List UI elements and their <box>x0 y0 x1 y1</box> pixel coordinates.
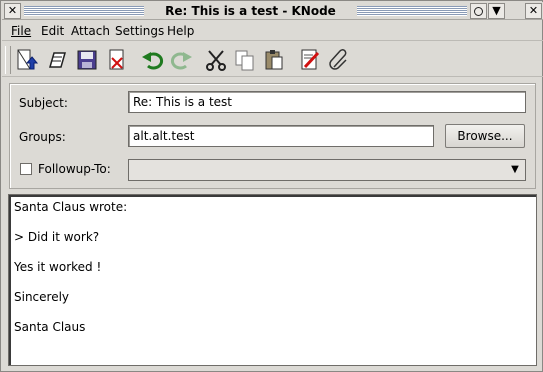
toolbar-handle[interactable] <box>5 46 11 74</box>
body-line: Santa Claus wrote: <box>14 200 128 214</box>
menu-help[interactable]: Help <box>167 23 194 39</box>
cut-icon[interactable] <box>203 47 229 73</box>
send-later-icon[interactable] <box>44 47 70 73</box>
minimize-circle-icon[interactable] <box>470 3 487 19</box>
menu-bar: File Edit Attach Settings Help <box>2 21 543 41</box>
subject-input[interactable]: Re: This is a test <box>128 91 526 113</box>
body-line: Yes it worked ! <box>14 260 102 274</box>
body-line: Sincerely <box>14 290 70 304</box>
close-icon[interactable]: ✕ <box>525 3 542 19</box>
title-bar: ✕ Re: This is a test - KNode ▼ ✕ <box>2 2 543 20</box>
redo-icon[interactable] <box>168 47 194 73</box>
close-icon[interactable]: ✕ <box>4 3 21 19</box>
followup-label: Followup-To: <box>38 162 111 176</box>
groups-input[interactable]: alt.alt.test <box>128 125 434 147</box>
window-title: Re: This is a test - KNode <box>144 3 357 19</box>
groups-label: Groups: <box>19 130 66 144</box>
menu-attach[interactable]: Attach <box>71 23 110 39</box>
send-now-icon[interactable] <box>14 47 40 73</box>
menu-file[interactable]: File <box>11 23 31 39</box>
menu-edit[interactable]: Edit <box>41 23 64 39</box>
shade-icon[interactable]: ▼ <box>488 3 505 19</box>
browse-button[interactable]: Browse... <box>445 124 525 148</box>
paste-icon[interactable] <box>261 47 287 73</box>
followup-checkbox[interactable] <box>20 163 32 175</box>
delete-icon[interactable] <box>104 47 130 73</box>
followup-combobox[interactable]: ▼ <box>128 159 526 181</box>
title-bar-grip <box>357 6 467 16</box>
body-line: > Did it work? <box>14 230 100 244</box>
spellcheck-icon[interactable] <box>297 47 323 73</box>
message-body-editor[interactable]: Santa Claus wrote: > Did it work? Yes it… <box>8 194 537 366</box>
header-panel: Subject: Re: This is a test Groups: alt.… <box>9 83 536 189</box>
copy-icon[interactable] <box>232 47 258 73</box>
chevron-down-icon[interactable]: ▼ <box>508 164 522 176</box>
body-line: Santa Claus <box>14 320 86 334</box>
subject-label: Subject: <box>19 96 68 110</box>
menu-settings[interactable]: Settings <box>115 23 164 39</box>
attach-icon[interactable] <box>326 47 352 73</box>
composer-window: ✕ Re: This is a test - KNode ▼ ✕ File Ed… <box>0 0 543 372</box>
save-icon[interactable] <box>74 47 100 73</box>
menu-file-label: File <box>11 24 32 38</box>
toolbar <box>2 43 543 77</box>
undo-icon[interactable] <box>140 47 166 73</box>
title-bar-grip <box>24 6 144 16</box>
